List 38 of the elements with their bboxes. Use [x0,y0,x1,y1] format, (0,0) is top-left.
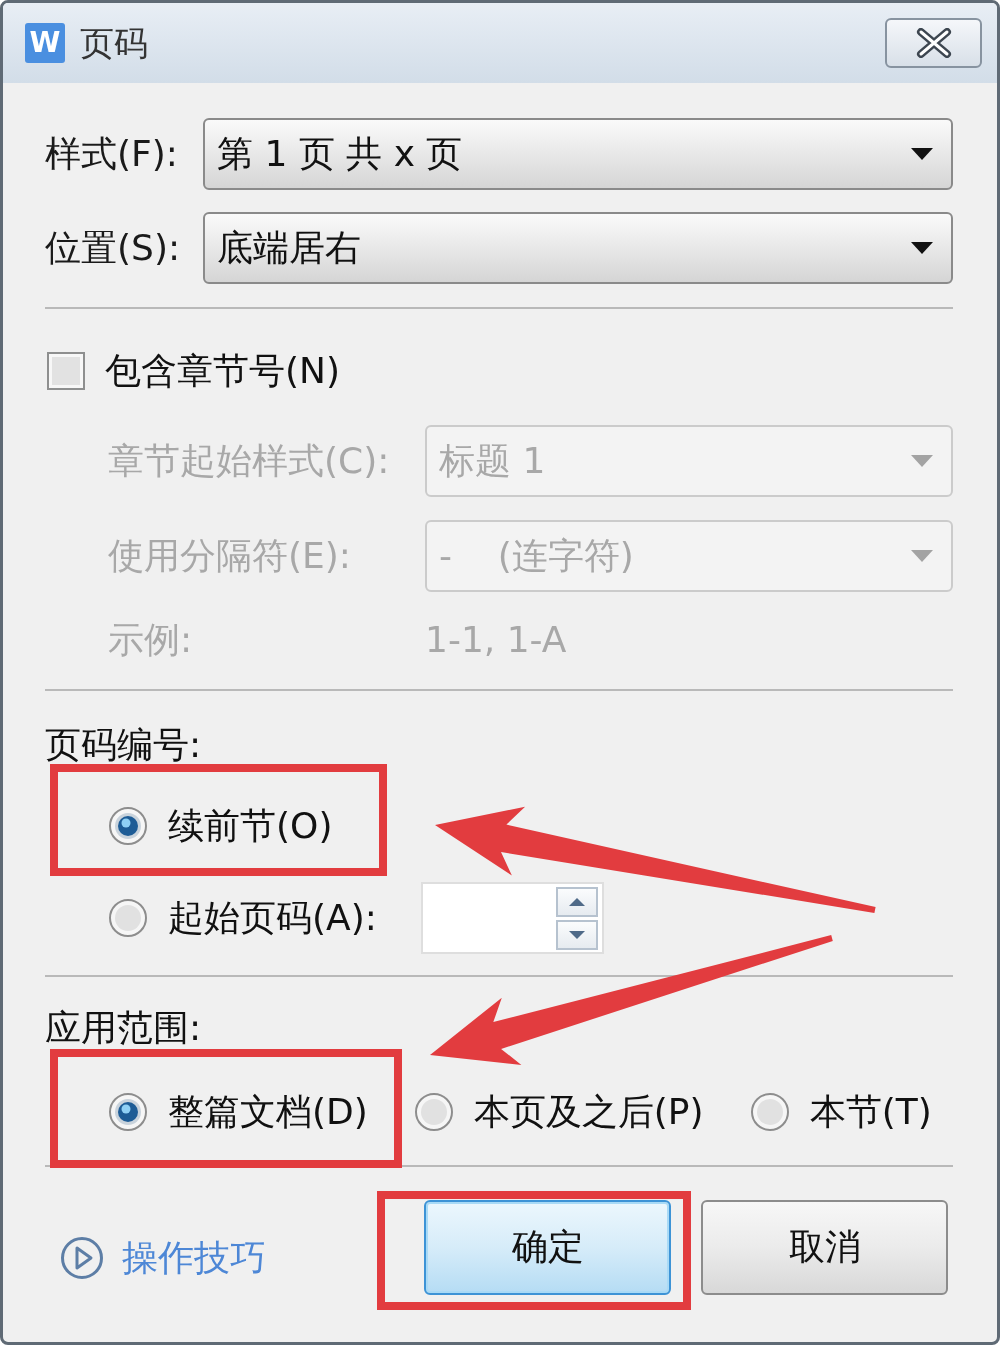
radio-option[interactable]: 起始页码(A): [108,898,377,938]
radio-option[interactable]: 整篇文档(D) [108,1092,368,1132]
caret-icon [911,455,933,467]
caret-down-icon [568,930,585,939]
window-title: 页码 [80,23,148,63]
caret-icon [911,550,933,562]
section-heading: 应用范围: [45,1010,202,1046]
play-circle-icon [60,1235,104,1280]
app-logo: W [25,23,65,63]
dropdown-field[interactable]: 第 1 页 共 x 页 [203,118,953,190]
checkbox-option[interactable]: 包含章节号(N) [47,351,341,391]
caret-icon [911,148,933,160]
section-heading: 页码编号: [45,727,202,763]
field-label: 使用分隔符(E): [108,536,352,576]
spin-field[interactable] [420,882,604,954]
spin-down-button[interactable] [555,919,598,950]
spin-up-button[interactable] [555,886,598,917]
field-label: 位置(S): [45,228,182,268]
radio-option[interactable]: 续前节(O) [108,806,333,846]
radio-option[interactable]: 本页及之后(P) [413,1092,704,1132]
caret-up-icon [568,897,585,906]
dropdown-field[interactable]: 底端居右 [203,212,953,284]
radio-icon[interactable] [413,1092,454,1132]
caret-icon [911,242,933,254]
field-label: 示例: [108,620,194,660]
radio-icon[interactable] [108,898,148,938]
dialog-button[interactable]: 取消 [701,1200,948,1295]
checkbox-icon[interactable] [47,352,85,390]
close-button[interactable] [885,18,982,68]
close-icon [915,28,952,58]
radio-icon[interactable] [108,806,148,846]
dialog-button[interactable]: 确定 [424,1200,671,1295]
radio-icon[interactable] [749,1092,790,1132]
example-value: 1-1, 1-A [425,620,567,660]
field-label: 章节起始样式(C): [108,441,391,481]
field-label: 样式(F): [45,134,179,174]
radio-option[interactable]: 本节(T) [749,1092,932,1132]
radio-icon[interactable] [108,1092,148,1132]
